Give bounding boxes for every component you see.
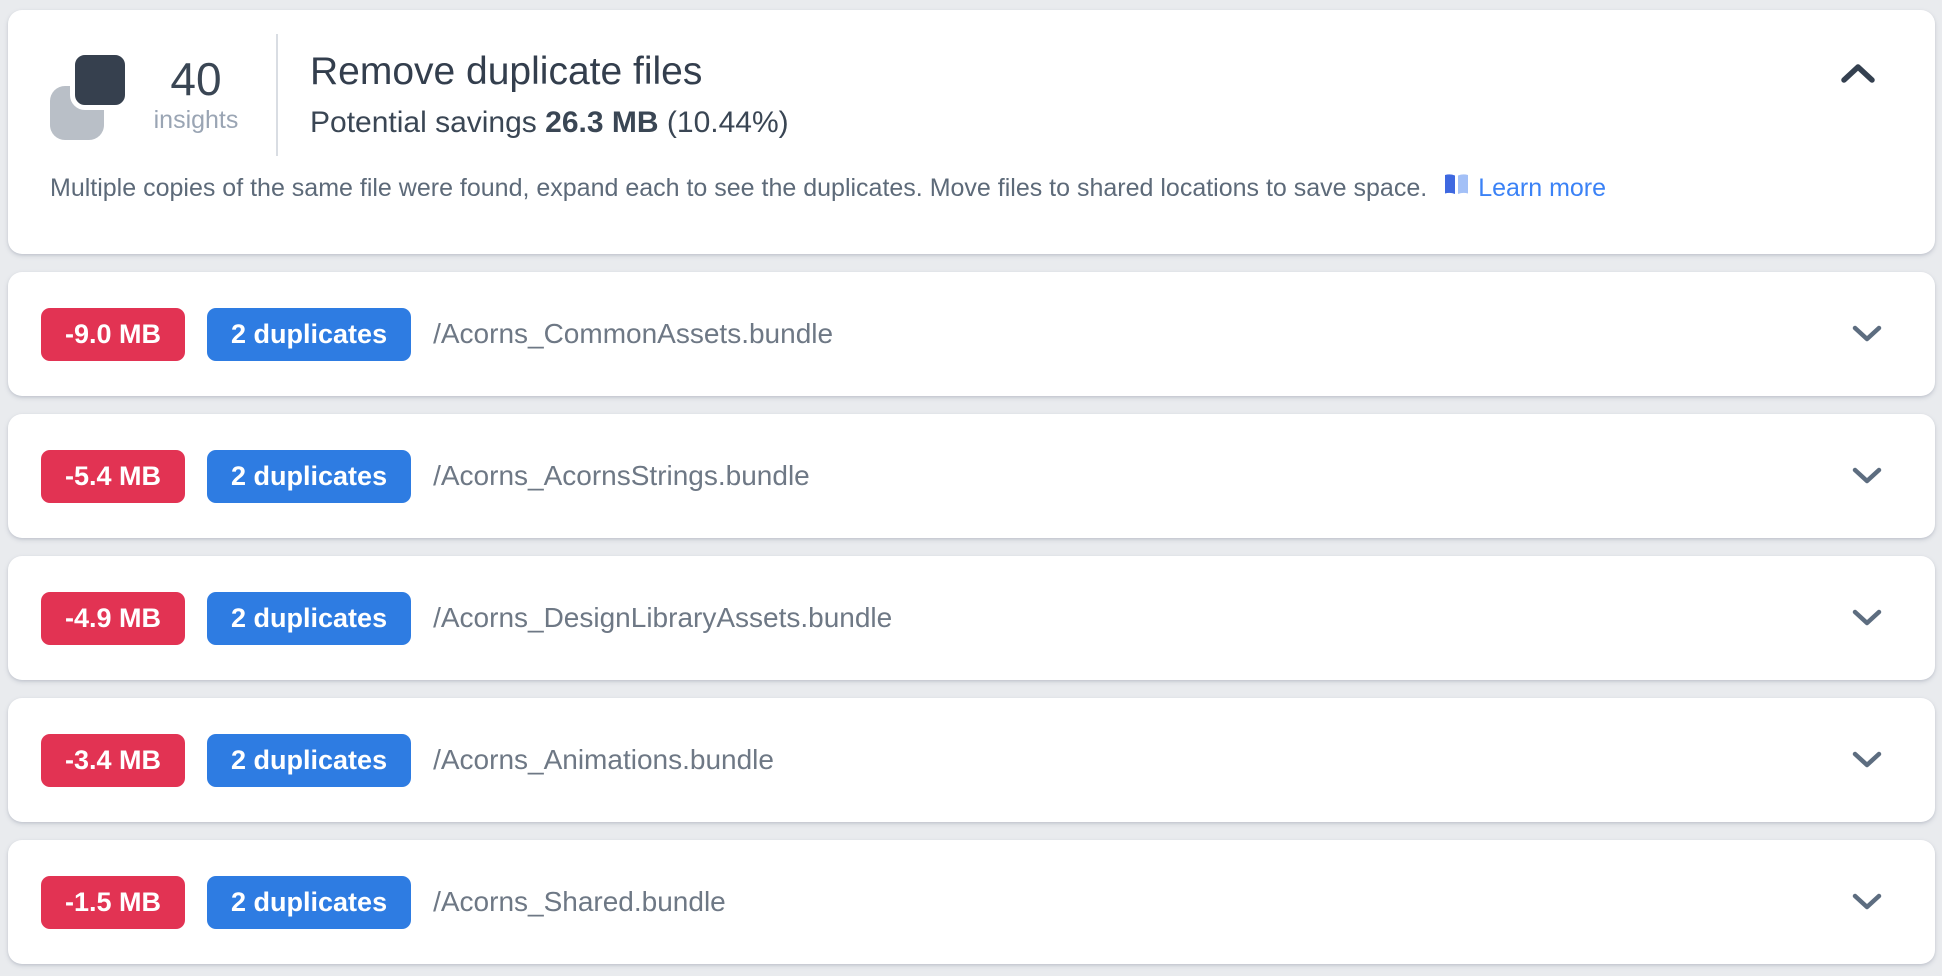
duplicates-badge: 2 duplicates <box>207 450 411 503</box>
duplicates-badge: 2 duplicates <box>207 876 411 929</box>
duplicates-badge: 2 duplicates <box>207 734 411 787</box>
duplicate-file-row[interactable]: -4.9 MB 2 duplicates /Acorns_DesignLibra… <box>8 556 1935 680</box>
insight-description-row: Multiple copies of the same file were fo… <box>50 172 1901 204</box>
potential-savings: Potential savings 26.3 MB (10.44%) <box>310 106 1833 140</box>
savings-badge: -5.4 MB <box>41 450 185 503</box>
savings-badge: -1.5 MB <box>41 876 185 929</box>
file-path: /Acorns_Shared.bundle <box>433 886 726 918</box>
chevron-down-icon[interactable] <box>1847 746 1887 774</box>
chevron-down-icon[interactable] <box>1847 320 1887 348</box>
collapse-section-button[interactable] <box>1833 57 1883 94</box>
insights-label: insights <box>144 106 248 135</box>
duplicate-icon-front-square <box>70 50 130 110</box>
savings-percent: (10.44%) <box>667 106 789 139</box>
duplicate-file-row[interactable]: -5.4 MB 2 duplicates /Acorns_AcornsStrin… <box>8 414 1935 538</box>
savings-prefix: Potential savings <box>310 106 537 139</box>
file-path: /Acorns_DesignLibraryAssets.bundle <box>433 602 892 634</box>
chevron-down-icon[interactable] <box>1847 888 1887 916</box>
chevron-down-icon[interactable] <box>1847 462 1887 490</box>
chevron-down-icon[interactable] <box>1847 604 1887 632</box>
duplicate-file-row[interactable]: -9.0 MB 2 duplicates /Acorns_CommonAsset… <box>8 272 1935 396</box>
insight-header-top: 40 insights Remove duplicate files Poten… <box>50 34 1901 156</box>
savings-badge: -3.4 MB <box>41 734 185 787</box>
insight-header-card: 40 insights Remove duplicate files Poten… <box>8 10 1935 254</box>
duplicates-badge: 2 duplicates <box>207 308 411 361</box>
duplicate-file-row[interactable]: -3.4 MB 2 duplicates /Acorns_Animations.… <box>8 698 1935 822</box>
insights-count-block: 40 insights <box>144 55 248 134</box>
chevron-up-icon <box>1839 73 1877 88</box>
insight-title: Remove duplicate files <box>310 50 1833 94</box>
duplicates-badge: 2 duplicates <box>207 592 411 645</box>
savings-value: 26.3 MB <box>545 106 658 139</box>
insight-description-text: Multiple copies of the same file were fo… <box>50 174 1427 203</box>
insight-title-block: Remove duplicate files Potential savings… <box>310 50 1833 140</box>
vertical-divider <box>276 34 278 156</box>
insights-count: 40 <box>144 55 248 103</box>
learn-more-link[interactable]: Learn more <box>1443 172 1606 204</box>
file-path: /Acorns_Animations.bundle <box>433 744 774 776</box>
savings-badge: -9.0 MB <box>41 308 185 361</box>
duplicate-file-row[interactable]: -1.5 MB 2 duplicates /Acorns_Shared.bund… <box>8 840 1935 964</box>
file-path: /Acorns_AcornsStrings.bundle <box>433 460 810 492</box>
savings-badge: -4.9 MB <box>41 592 185 645</box>
insights-panel: 40 insights Remove duplicate files Poten… <box>0 0 1942 976</box>
duplicate-files-icon <box>50 50 130 140</box>
file-path: /Acorns_CommonAssets.bundle <box>433 318 833 350</box>
book-icon <box>1443 172 1470 204</box>
learn-more-label: Learn more <box>1478 174 1606 203</box>
